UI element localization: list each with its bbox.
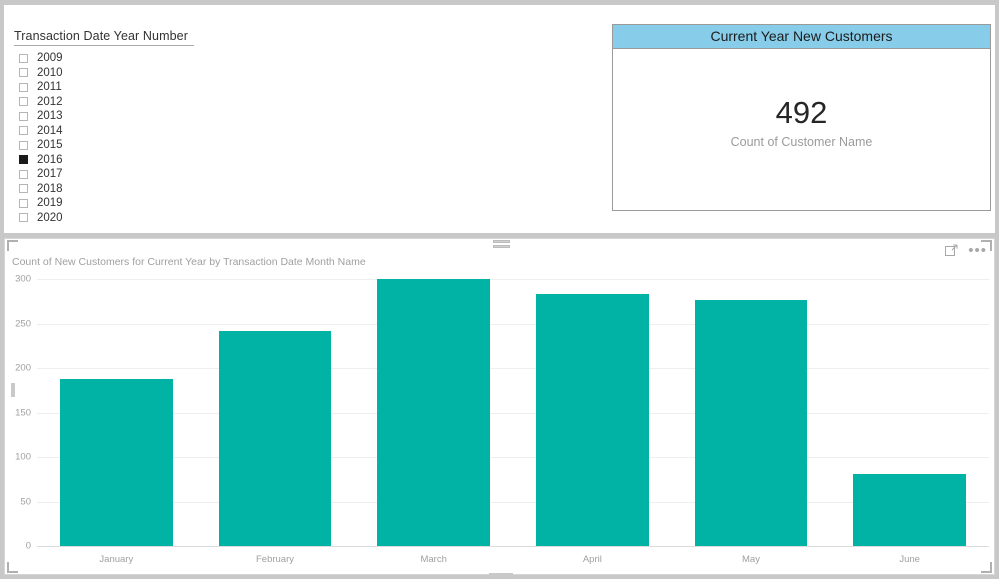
x-axis-tick-label: February [255,554,295,565]
slicer-item-2017[interactable]: 2017 [14,167,264,182]
slicer-item-2013[interactable]: 2013 [14,109,264,124]
report-canvas-top: Transaction Date Year Number 2009 2010 201… [4,5,995,233]
slicer-item-label: 2016 [37,153,63,166]
card-body: 492 Count of Customer Name [613,49,990,211]
new-customers-by-month-chart[interactable]: ••• Count of New Customers for Current Y… [4,238,995,577]
bar-march[interactable] [377,279,490,546]
y-axis-tick-label: 100 [15,451,31,463]
x-axis-tick-label: March [420,554,447,565]
bar-april[interactable] [536,294,649,546]
checkbox-checked-icon[interactable] [19,155,28,165]
slicer-item-label: 2015 [37,139,63,151]
report-page: Transaction Date Year Number 2009 2010 201… [0,0,999,579]
card-measure-label: Count of Customer Name [730,135,873,150]
slicer-item-label: 2010 [37,66,63,79]
y-axis-tick-label: 50 [20,496,31,507]
y-axis-tick-label: 150 [15,407,31,418]
slicer-item-2010[interactable]: 2010 [14,66,264,81]
bar-february[interactable] [218,330,332,546]
x-axis-tick-label: June [899,554,920,565]
y-axis-tick-label: 250 [15,318,31,329]
gridline-250 [37,323,989,325]
card-title: Current Year New Customers [613,25,990,49]
gridline-0 [37,546,989,547]
y-axis-tick-label: 200 [15,362,31,374]
slicer-item-label: 2011 [37,81,62,93]
checkbox-icon[interactable] [19,184,28,194]
y-axis-tick-label: 0 [25,540,31,552]
slicer-item-2016[interactable]: 2016 [14,153,264,168]
checkbox-icon[interactable] [19,169,28,179]
checkbox-icon[interactable] [19,213,28,223]
year-slicer[interactable]: Transaction Date Year Number 2009 2010 201… [14,27,264,227]
slicer-item-2020[interactable]: 2020 [14,211,264,226]
gridline-150 [37,412,989,414]
x-axis-tick-label: January [99,554,134,565]
y-axis-tick-label: 300 [15,273,31,285]
horizontal-scrollbar[interactable] [489,573,513,577]
checkbox-icon[interactable] [19,198,28,208]
checkbox-icon[interactable] [19,82,28,92]
gridline-200 [37,368,989,369]
chart-plot-area: 300 250 200 150 100 50 0 January February March Ap… [4,238,995,577]
slicer-item-label: 2019 [37,197,63,209]
slicer-item-label: 2020 [37,211,63,224]
slicer-item-2018[interactable]: 2018 [14,182,264,197]
slicer-item-list[interactable]: 2009 2010 2011 2012 2013 2014 2015 2016 2017 2018… [14,51,264,225]
bar-june[interactable] [853,473,966,546]
slicer-item-2012[interactable]: 2012 [14,95,264,110]
slicer-item-2014[interactable]: 2014 [14,124,264,139]
card-value: 492 [775,94,828,130]
slicer-item-label: 2017 [37,168,63,180]
slicer-item-label: 2012 [37,95,63,108]
checkbox-icon[interactable] [19,97,28,107]
slicer-item-label: 2014 [37,124,63,137]
current-year-new-customers-card[interactable]: Current Year New Customers 492 Count of … [612,24,991,211]
slicer-item-label: 2018 [37,182,63,195]
slicer-title: Transaction Date Year Number [14,29,194,46]
slicer-item-2009[interactable]: 2009 [14,51,264,66]
slicer-item-label: 2013 [37,110,63,122]
gridline-300 [37,279,989,280]
checkbox-icon[interactable] [19,111,28,121]
checkbox-icon[interactable] [19,126,28,136]
x-axis-tick-label: May [742,554,760,565]
checkbox-icon[interactable] [19,53,28,63]
vertical-scrollbar[interactable] [11,383,15,397]
bar-may[interactable] [694,300,808,546]
slicer-item-2011[interactable]: 2011 [14,80,264,95]
x-axis-tick-label: April [582,554,602,565]
gridline-50 [37,501,989,503]
slicer-item-label: 2009 [37,52,63,64]
checkbox-icon[interactable] [19,68,28,78]
checkbox-icon[interactable] [19,140,28,150]
bar-january[interactable] [60,378,173,546]
slicer-item-2015[interactable]: 2015 [14,138,264,153]
slicer-item-2019[interactable]: 2019 [14,196,264,211]
gridline-100 [37,457,989,458]
